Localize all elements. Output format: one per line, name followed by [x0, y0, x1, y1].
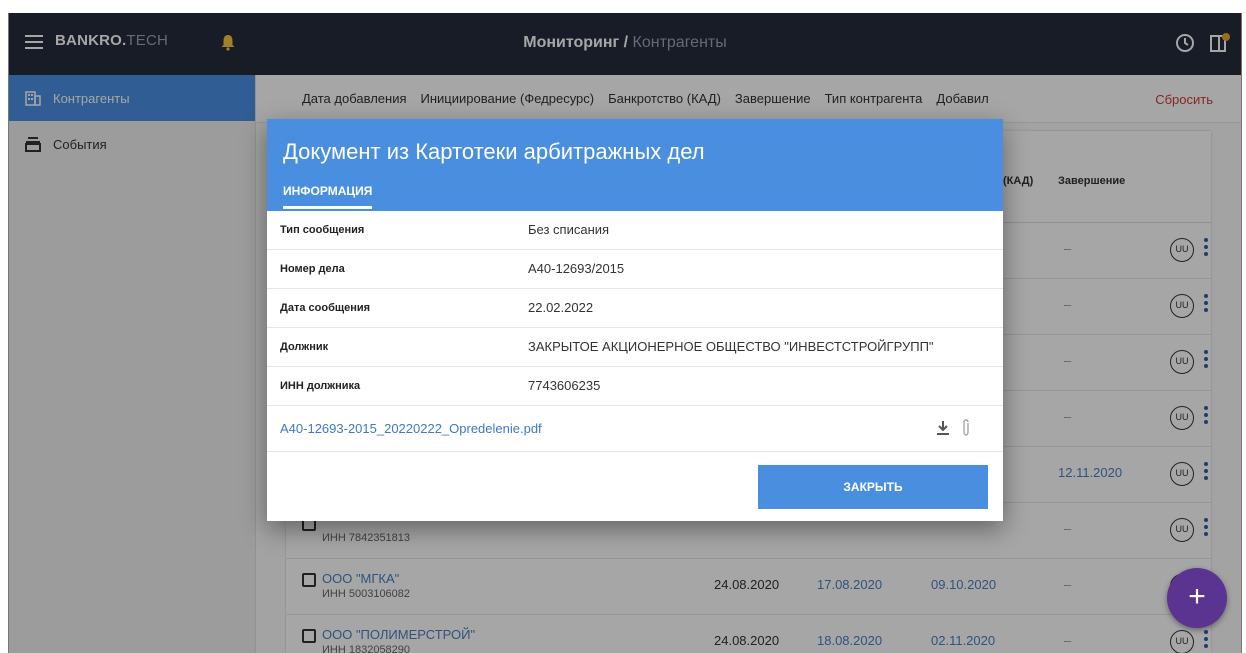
- attachment-link[interactable]: А40-12693-2015_20220222_Opredelenie.pdf: [280, 421, 542, 436]
- field-row: ИНН должника 7743606235: [267, 367, 1003, 406]
- field-value: ЗАКРЫТОЕ АКЦИОНЕРНОЕ ОБЩЕСТВО "ИНВЕСТСТР…: [528, 339, 934, 354]
- field-row: Должник ЗАКРЫТОЕ АКЦИОНЕРНОЕ ОБЩЕСТВО "И…: [267, 328, 1003, 367]
- field-value: 22.02.2022: [528, 300, 594, 315]
- field-row: Номер дела А40-12693/2015: [267, 250, 1003, 289]
- attachment-row: А40-12693-2015_20220222_Opredelenie.pdf: [267, 406, 1003, 452]
- dialog-title: Документ из Картотеки арбитражных дел: [283, 139, 705, 164]
- field-label: Должник: [280, 341, 329, 353]
- field-row: Тип сообщения Без списания: [267, 211, 1003, 250]
- field-label: Тип сообщения: [280, 224, 365, 236]
- tab-information[interactable]: ИНФОРМАЦИЯ: [283, 184, 373, 209]
- document-dialog: Документ из Картотеки арбитражных дел ИН…: [267, 119, 1003, 521]
- field-value: А40-12693/2015: [528, 261, 625, 276]
- app-window: BANKRO.TECH Мониторинг / Контрагенты Кон…: [8, 13, 1242, 653]
- field-label: Номер дела: [280, 263, 345, 275]
- field-label: Дата сообщения: [280, 302, 371, 314]
- download-icon[interactable]: [936, 420, 950, 436]
- close-button[interactable]: ЗАКРЫТЬ: [758, 465, 988, 509]
- field-row: Дата сообщения 22.02.2022: [267, 289, 1003, 328]
- add-fab-button[interactable]: +: [1167, 568, 1227, 628]
- field-value: Без списания: [528, 222, 610, 237]
- paperclip-icon[interactable]: [960, 418, 972, 438]
- dialog-header: Документ из Картотеки арбитражных дел ИН…: [267, 119, 1003, 211]
- field-value: 7743606235: [528, 378, 601, 393]
- field-label: ИНН должника: [280, 380, 361, 392]
